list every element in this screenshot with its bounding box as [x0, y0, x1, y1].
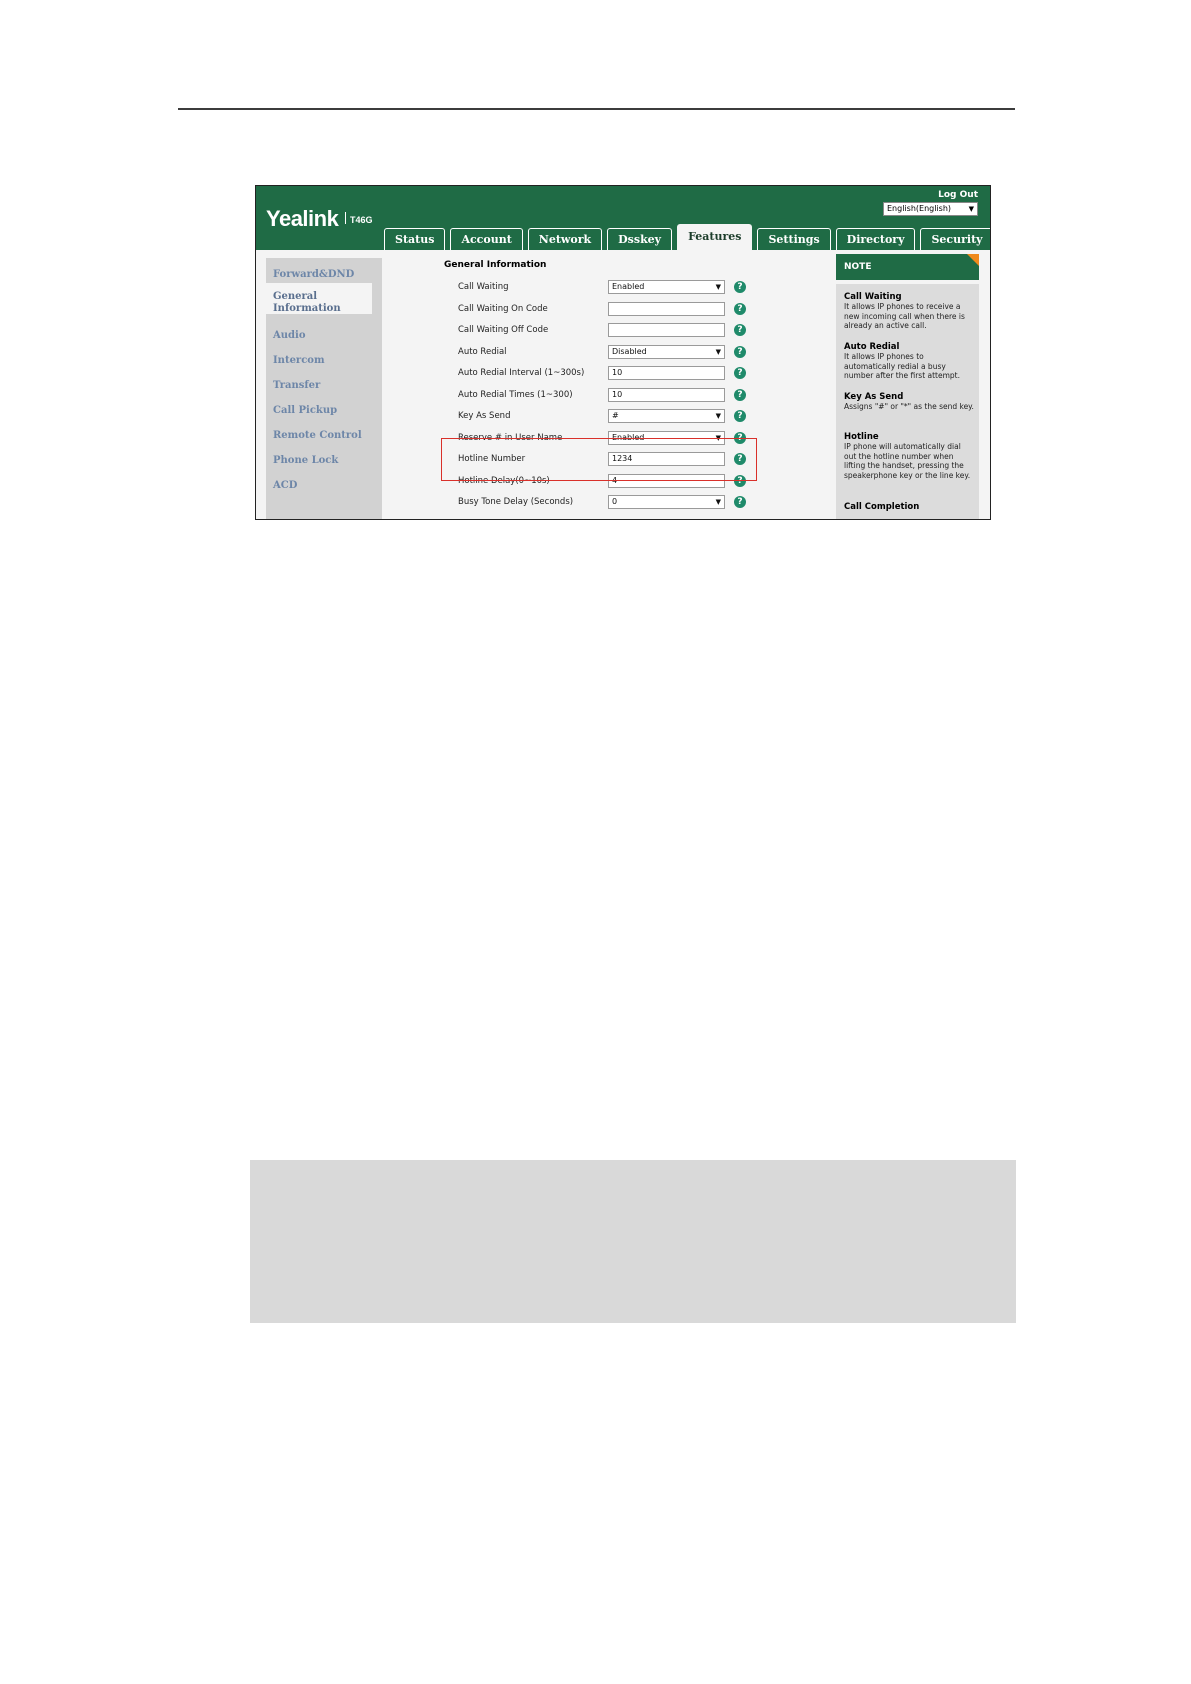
- model-label: T46G: [345, 212, 373, 225]
- row-label: Call Waiting: [458, 282, 509, 292]
- page-header-rule: [178, 108, 1015, 110]
- note-title: Call Completion: [844, 502, 920, 512]
- select-value: 0: [612, 497, 618, 506]
- yealink-logo: Yealink: [266, 206, 339, 231]
- call-waiting-on-code-input[interactable]: [608, 301, 725, 316]
- sidebar-item-call-pickup[interactable]: Call Pickup: [273, 405, 337, 416]
- tab-account[interactable]: Account: [450, 228, 523, 250]
- logout-link[interactable]: Log Out: [938, 190, 978, 200]
- tab-directory[interactable]: Directory: [835, 228, 916, 250]
- sidebar-item-intercom[interactable]: Intercom: [273, 355, 325, 366]
- tab-status[interactable]: Status: [384, 228, 446, 250]
- tab-dsskey[interactable]: Dsskey: [607, 228, 673, 250]
- sidebar-item-phone-lock[interactable]: Phone Lock: [273, 455, 338, 466]
- section-title: General Information: [444, 260, 547, 270]
- top-banner: Yealink T46G Log Out English(English) ▼ …: [256, 186, 990, 250]
- select-value: Disabled: [612, 346, 647, 356]
- row-label: Auto Redial Times (1~300): [458, 389, 573, 400]
- note-text: It allows IP phones to automatically red…: [844, 352, 960, 380]
- note-text: Assigns "#" or "*" as the send key.: [844, 402, 974, 411]
- hotline-highlight-box: [441, 438, 757, 481]
- help-icon[interactable]: ?: [734, 324, 746, 336]
- note-text: It allows IP phones to receive a new inc…: [844, 302, 965, 330]
- note-title: Key As Send: [844, 392, 904, 402]
- help-icon[interactable]: ?: [734, 302, 746, 315]
- chevron-down-icon: ▼: [715, 412, 721, 420]
- row-label: Call Waiting Off Code: [458, 325, 549, 335]
- row-label: Auto Redial: [458, 346, 507, 357]
- help-icon[interactable]: ?: [734, 410, 746, 422]
- row-label: Busy Tone Delay (Seconds): [458, 497, 574, 507]
- sidebar-item-forward-dnd[interactable]: Forward&DND: [273, 269, 354, 280]
- help-icon[interactable]: ?: [734, 367, 746, 379]
- sidebar-item-label: General: [273, 291, 318, 302]
- sidebar-item-remote-control[interactable]: Remote Control: [273, 430, 362, 441]
- sidebar-item-acd[interactable]: ACD: [273, 480, 297, 491]
- row-label: Auto Redial Interval (1~300s): [458, 368, 585, 378]
- sidebar-item-transfer[interactable]: Transfer: [273, 380, 320, 391]
- note-header: NOTE: [836, 254, 979, 280]
- content-area: Forward&DND General Information Audio In…: [256, 250, 990, 519]
- sidebar-item-general-information[interactable]: General Information: [273, 291, 341, 315]
- chevron-down-icon: ▼: [715, 498, 721, 506]
- help-icon[interactable]: ?: [734, 388, 746, 401]
- note-body: Call Waiting It allows IP phones to rece…: [836, 284, 979, 519]
- help-icon[interactable]: ?: [734, 345, 746, 358]
- sidebar-item-audio[interactable]: Audio: [273, 330, 306, 341]
- chevron-down-icon: ▼: [715, 347, 721, 356]
- call-waiting-off-code-input[interactable]: [608, 323, 725, 337]
- note-panel: NOTE Call Waiting It allows IP phones to…: [836, 254, 979, 519]
- row-label: Call Waiting On Code: [458, 303, 548, 314]
- auto-redial-select[interactable]: Disabled ▼: [608, 344, 725, 359]
- select-value: Enabled: [612, 282, 645, 291]
- web-ui-screenshot: Yealink T46G Log Out English(English) ▼ …: [255, 185, 991, 520]
- main-tabs: Status Account Network Dsskey Features S…: [384, 224, 990, 250]
- tab-features[interactable]: Features: [677, 224, 753, 250]
- help-icon[interactable]: ?: [734, 496, 746, 508]
- tab-network[interactable]: Network: [527, 228, 603, 250]
- key-as-send-select[interactable]: # ▼: [608, 409, 725, 423]
- select-value: #: [612, 411, 619, 420]
- note-title: Call Waiting: [844, 292, 902, 302]
- tab-settings[interactable]: Settings: [757, 228, 831, 250]
- busy-tone-delay-select[interactable]: 0 ▼: [608, 495, 725, 509]
- note-title: Hotline: [844, 432, 879, 442]
- auto-redial-times-input[interactable]: 10: [608, 387, 725, 402]
- shaded-note-box: [250, 1160, 1016, 1323]
- sidebar-item-label: Information: [273, 303, 341, 314]
- call-waiting-select[interactable]: Enabled ▼: [608, 280, 725, 294]
- chevron-down-icon: ▼: [968, 205, 974, 213]
- auto-redial-interval-input[interactable]: 10: [608, 366, 725, 380]
- note-title: Auto Redial: [844, 342, 900, 352]
- language-value: English(English): [887, 204, 952, 213]
- note-text: IP phone will automatically dial out the…: [844, 442, 971, 480]
- tab-security[interactable]: Security: [920, 228, 990, 250]
- language-select[interactable]: English(English) ▼: [883, 202, 978, 216]
- help-icon[interactable]: ?: [734, 281, 746, 293]
- chevron-down-icon: ▼: [715, 283, 721, 291]
- note-corner-flag: [967, 254, 979, 266]
- row-label: Key As Send: [458, 411, 511, 421]
